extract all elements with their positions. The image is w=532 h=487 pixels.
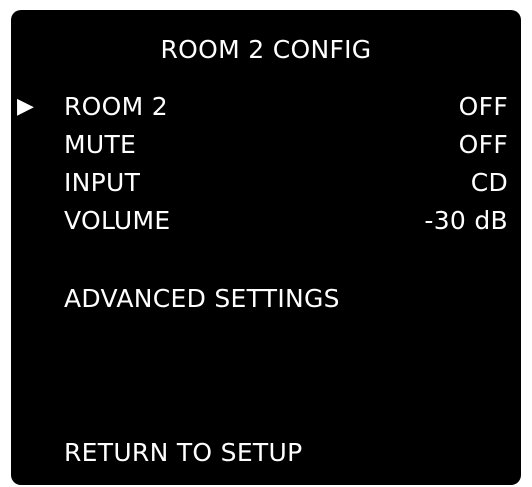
menu-item-advanced-settings[interactable]: ADVANCED SETTINGS: [11, 282, 521, 316]
menu-item-value: OFF: [458, 92, 508, 121]
menu-item-label: ROOM 2: [64, 92, 168, 121]
menu-item-label: INPUT: [64, 168, 141, 197]
osd-screen: ROOM 2 CONFIG ▶ ROOM 2 OFF MUTE OFF INPU…: [11, 10, 521, 485]
menu-item-value: -30 dB: [424, 206, 508, 235]
menu-title: ROOM 2 CONFIG: [160, 35, 372, 64]
menu-item-label: MUTE: [64, 130, 137, 159]
menu-item-label: RETURN TO SETUP: [64, 438, 303, 467]
menu-item-input[interactable]: INPUT CD: [11, 166, 521, 200]
menu-item-mute[interactable]: MUTE OFF: [11, 128, 521, 162]
menu-item-value: CD: [470, 168, 508, 197]
selection-cursor-icon: ▶: [17, 94, 34, 119]
menu-item-volume[interactable]: VOLUME -30 dB: [11, 204, 521, 238]
menu-item-room2[interactable]: ▶ ROOM 2 OFF: [11, 90, 521, 124]
menu-item-label: VOLUME: [64, 206, 171, 235]
menu-item-return-to-setup[interactable]: RETURN TO SETUP: [11, 436, 521, 470]
menu-item-value: OFF: [458, 130, 508, 159]
menu-item-label: ADVANCED SETTINGS: [64, 284, 340, 313]
